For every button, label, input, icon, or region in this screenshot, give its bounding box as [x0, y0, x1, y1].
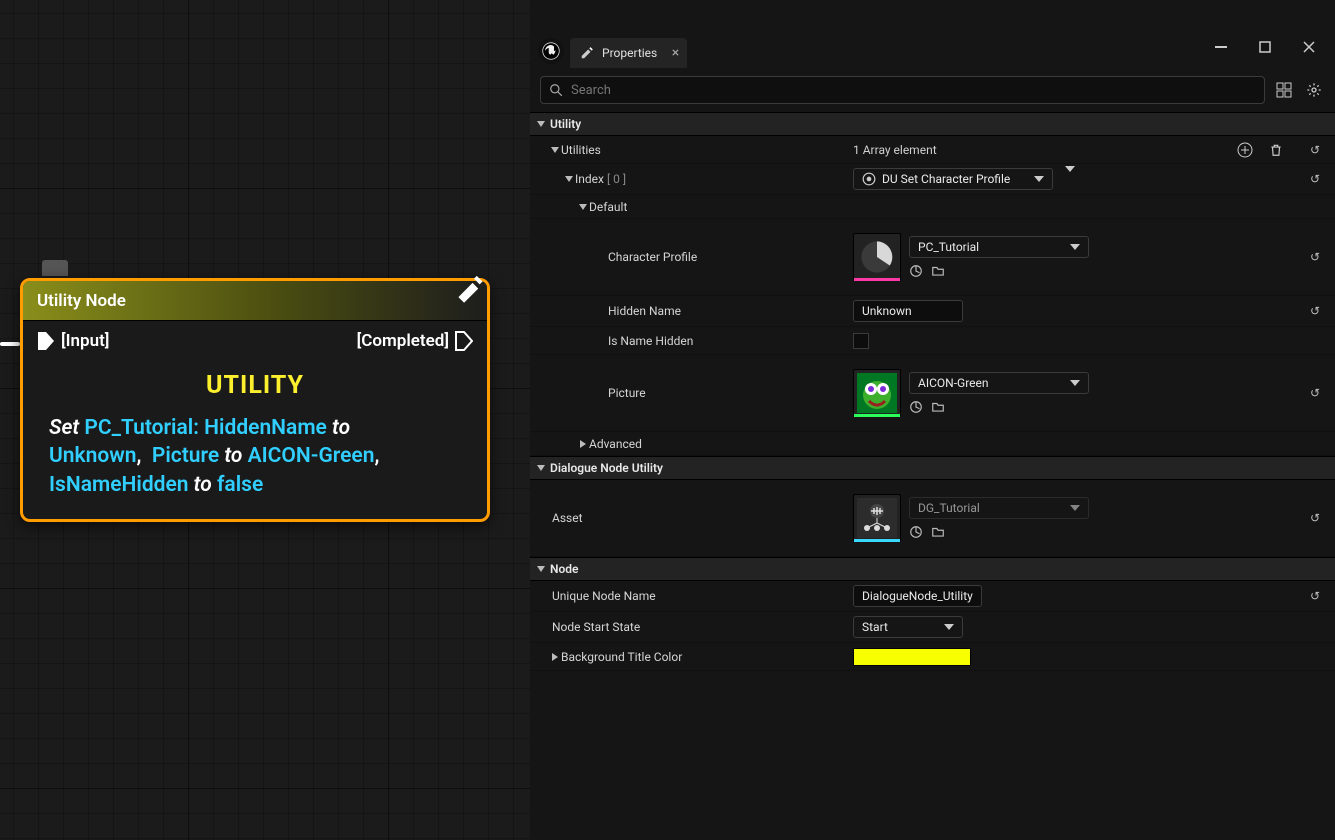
reset-button[interactable]: ↺: [1295, 164, 1335, 194]
reset-button[interactable]: ↺: [1295, 229, 1335, 285]
tab-bar: Properties ×: [530, 30, 1335, 68]
category-label: Node: [550, 562, 579, 576]
reset-button[interactable]: ↺: [1295, 296, 1335, 326]
picture-dropdown[interactable]: AICON-Green: [909, 372, 1089, 394]
row-advanced[interactable]: Advanced: [530, 432, 1335, 456]
utility-description: Set PC_Tutorial: HiddenName to Unknown, …: [49, 414, 461, 499]
character-profile-thumbnail[interactable]: [853, 233, 901, 281]
use-selected-asset-button[interactable]: [909, 525, 923, 539]
unreal-logo-icon[interactable]: [538, 38, 564, 64]
background-title-color-swatch[interactable]: [853, 648, 971, 666]
view-options-button[interactable]: [1273, 79, 1295, 101]
chevron-down-icon: [1034, 176, 1044, 182]
row-hidden-name: Hidden Name Unknown ↺: [530, 296, 1335, 327]
unique-node-name-input[interactable]: DialogueNode_Utility: [853, 585, 982, 607]
node-title-text: Utility Node: [37, 291, 126, 311]
input-exec-pin[interactable]: [Input]: [37, 331, 109, 351]
search-input[interactable]: [540, 76, 1265, 104]
expand-icon[interactable]: [565, 176, 573, 182]
browse-asset-button[interactable]: [931, 525, 945, 539]
graph-canvas[interactable]: Utility Node [Input] [Completed] UTILITY…: [0, 0, 530, 840]
window-minimize-button[interactable]: [1199, 32, 1243, 62]
search-icon: [549, 83, 563, 97]
chevron-down-icon: [1070, 244, 1080, 250]
reset-button[interactable]: ↺: [1295, 365, 1335, 421]
pencil-icon: [580, 46, 594, 60]
category-dialogue-node-utility[interactable]: Dialogue Node Utility: [530, 456, 1335, 480]
completed-exec-pin[interactable]: [Completed]: [357, 331, 473, 351]
browse-asset-button[interactable]: [931, 400, 945, 414]
window-maximize-button[interactable]: [1243, 32, 1287, 62]
exec-wire: [0, 342, 20, 346]
reset-button[interactable]: ↺: [1295, 490, 1335, 546]
completed-pin-label: [Completed]: [357, 331, 449, 351]
character-profile-dropdown[interactable]: PC_Tutorial: [909, 236, 1089, 258]
browse-asset-button[interactable]: [931, 264, 945, 278]
chevron-down-icon: [1070, 380, 1080, 386]
array-count: 1 Array element: [853, 143, 937, 157]
row-node-start-state: Node Start State Start: [530, 612, 1335, 643]
expand-icon: [537, 566, 545, 572]
class-icon: [862, 172, 876, 186]
row-is-name-hidden: Is Name Hidden: [530, 327, 1335, 355]
row-unique-node-name: Unique Node Name DialogueNode_Utility ↺: [530, 581, 1335, 612]
chevron-down-icon: [944, 624, 954, 630]
utility-heading: UTILITY: [49, 371, 461, 400]
row-character-profile: Character Profile PC_Tutorial ↺: [530, 219, 1335, 296]
expand-icon[interactable]: [551, 147, 559, 153]
index-type-dropdown[interactable]: DU Set Character Profile: [853, 168, 1053, 190]
expand-icon: [579, 204, 587, 210]
input-pin-label: [Input]: [61, 331, 109, 351]
tab-label: Properties: [602, 46, 657, 60]
search-field[interactable]: [571, 83, 1256, 98]
expand-icon: [580, 440, 586, 448]
expand-icon: [537, 465, 545, 471]
tab-properties[interactable]: Properties ×: [570, 38, 687, 68]
asset-dropdown[interactable]: DG_Tutorial: [909, 497, 1089, 519]
picture-thumbnail[interactable]: [853, 369, 901, 417]
chevron-down-icon: [1070, 505, 1080, 511]
expand-icon: [537, 121, 545, 127]
is-name-hidden-checkbox[interactable]: [853, 333, 869, 349]
element-options-button[interactable]: [1061, 172, 1079, 186]
row-utilities: Utilities 1 Array element ↺: [530, 136, 1335, 164]
settings-button[interactable]: [1303, 79, 1325, 101]
use-selected-asset-button[interactable]: [909, 400, 923, 414]
asset-thumbnail[interactable]: [853, 494, 901, 542]
comment-grip[interactable]: [42, 260, 68, 276]
utility-node[interactable]: Utility Node [Input] [Completed] UTILITY…: [20, 278, 490, 522]
category-utility[interactable]: Utility: [530, 112, 1335, 136]
row-asset: Asset DG_Tutorial ↺: [530, 480, 1335, 557]
node-title[interactable]: Utility Node: [23, 281, 487, 321]
category-node[interactable]: Node: [530, 557, 1335, 581]
expand-icon[interactable]: [552, 653, 558, 661]
clear-array-button[interactable]: [1265, 143, 1287, 157]
wrench-icon: [457, 273, 491, 307]
close-tab-icon[interactable]: ×: [672, 45, 679, 61]
properties-panel: Properties × Utility Utilities 1 Array e…: [530, 0, 1335, 840]
row-picture: Picture AICON-Green ↺: [530, 355, 1335, 432]
category-label: Utility: [550, 117, 581, 131]
add-array-element-button[interactable]: [1233, 142, 1257, 158]
node-start-state-dropdown[interactable]: Start: [853, 616, 963, 638]
hidden-name-input[interactable]: Unknown: [853, 300, 963, 322]
use-selected-asset-button[interactable]: [909, 264, 923, 278]
reset-button[interactable]: ↺: [1295, 581, 1335, 611]
row-default[interactable]: Default: [530, 195, 1335, 219]
row-index-0: Index [ 0 ] DU Set Character Profile ↺: [530, 164, 1335, 195]
category-label: Dialogue Node Utility: [550, 461, 663, 475]
reset-button[interactable]: ↺: [1295, 136, 1335, 163]
window-close-button[interactable]: [1287, 32, 1331, 62]
row-background-title-color: Background Title Color: [530, 643, 1335, 671]
